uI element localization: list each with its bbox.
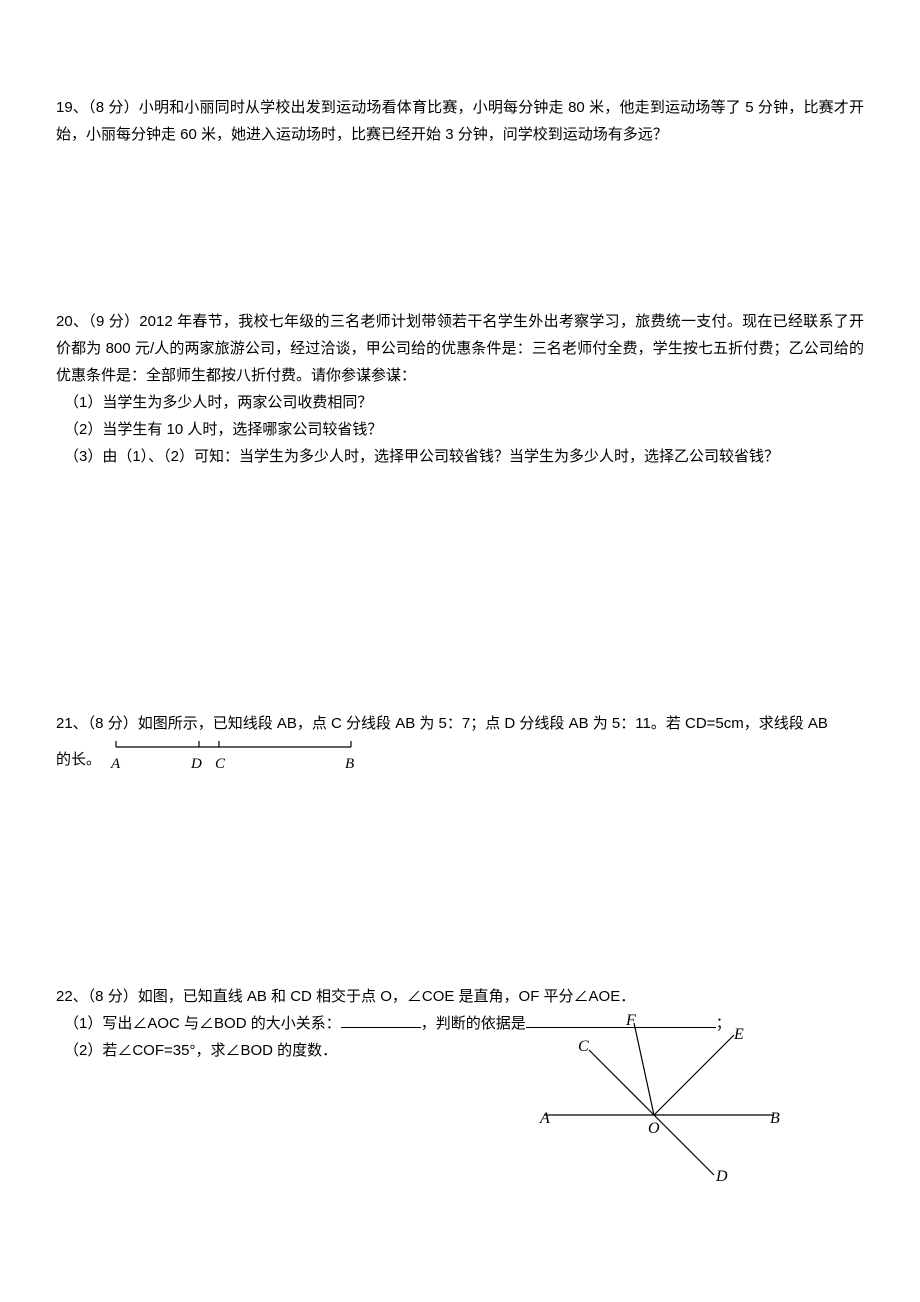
angle-svg — [534, 1015, 794, 1175]
q22-intro: 22、（8 分）如图，已知直线 AB 和 CD 相交于点 O，∠COE 是直角，… — [56, 983, 864, 1010]
label-F: F — [626, 1007, 636, 1036]
label-B: B — [770, 1105, 780, 1134]
question-22: 22、（8 分）如图，已知直线 AB 和 CD 相交于点 O，∠COE 是直角，… — [56, 983, 864, 1064]
q22-p1-a: （1）写出∠AOC 与∠BOD 的大小关系： — [64, 1015, 341, 1032]
q21-line1: 21、（8 分）如图所示，已知线段 AB，点 C 分线段 AB 为 5：7；点 … — [56, 710, 864, 737]
segment-svg — [111, 737, 361, 751]
blank-relation — [341, 1012, 421, 1028]
label-D: D — [191, 751, 202, 778]
question-20: 20、（9 分）2012 年春节，我校七年级的三名老师计划带领若干名学生外出考察… — [56, 308, 864, 470]
label-A: A — [111, 751, 120, 778]
label-E: E — [734, 1021, 744, 1050]
question-19: 19、（8 分）小明和小丽同时从学校出发到运动场看体育比赛，小明每分钟走 80 … — [56, 94, 864, 148]
q19-text: 19、（8 分）小明和小丽同时从学校出发到运动场看体育比赛，小明每分钟走 80 … — [56, 94, 864, 148]
q22-p1-b: ，判断的依据是 — [421, 1015, 526, 1032]
q20-part1: （1）当学生为多少人时，两家公司收费相同？ — [56, 389, 864, 416]
q21-line2: 的长。 — [56, 746, 101, 773]
label-O: O — [648, 1115, 660, 1144]
q20-part2: （2）当学生有 10 人时，选择哪家公司较省钱？ — [56, 416, 864, 443]
label-D: D — [716, 1163, 728, 1192]
q20-intro: 20、（9 分）2012 年春节，我校七年级的三名老师计划带领若干名学生外出考察… — [56, 308, 864, 389]
label-B: B — [345, 751, 354, 778]
label-C: C — [578, 1033, 589, 1062]
q20-part3: （3）由（1）、（2）可知：当学生为多少人时，选择甲公司较省钱？当学生为多少人时… — [56, 443, 864, 470]
label-A: A — [540, 1105, 550, 1134]
question-21: 21、（8 分）如图所示，已知线段 AB，点 C 分线段 AB 为 5：7；点 … — [56, 710, 864, 773]
q22-angle-diagram: A B C D E F O — [534, 1015, 794, 1175]
q21-segment-diagram: A D C B — [111, 737, 361, 769]
label-C: C — [215, 751, 225, 778]
